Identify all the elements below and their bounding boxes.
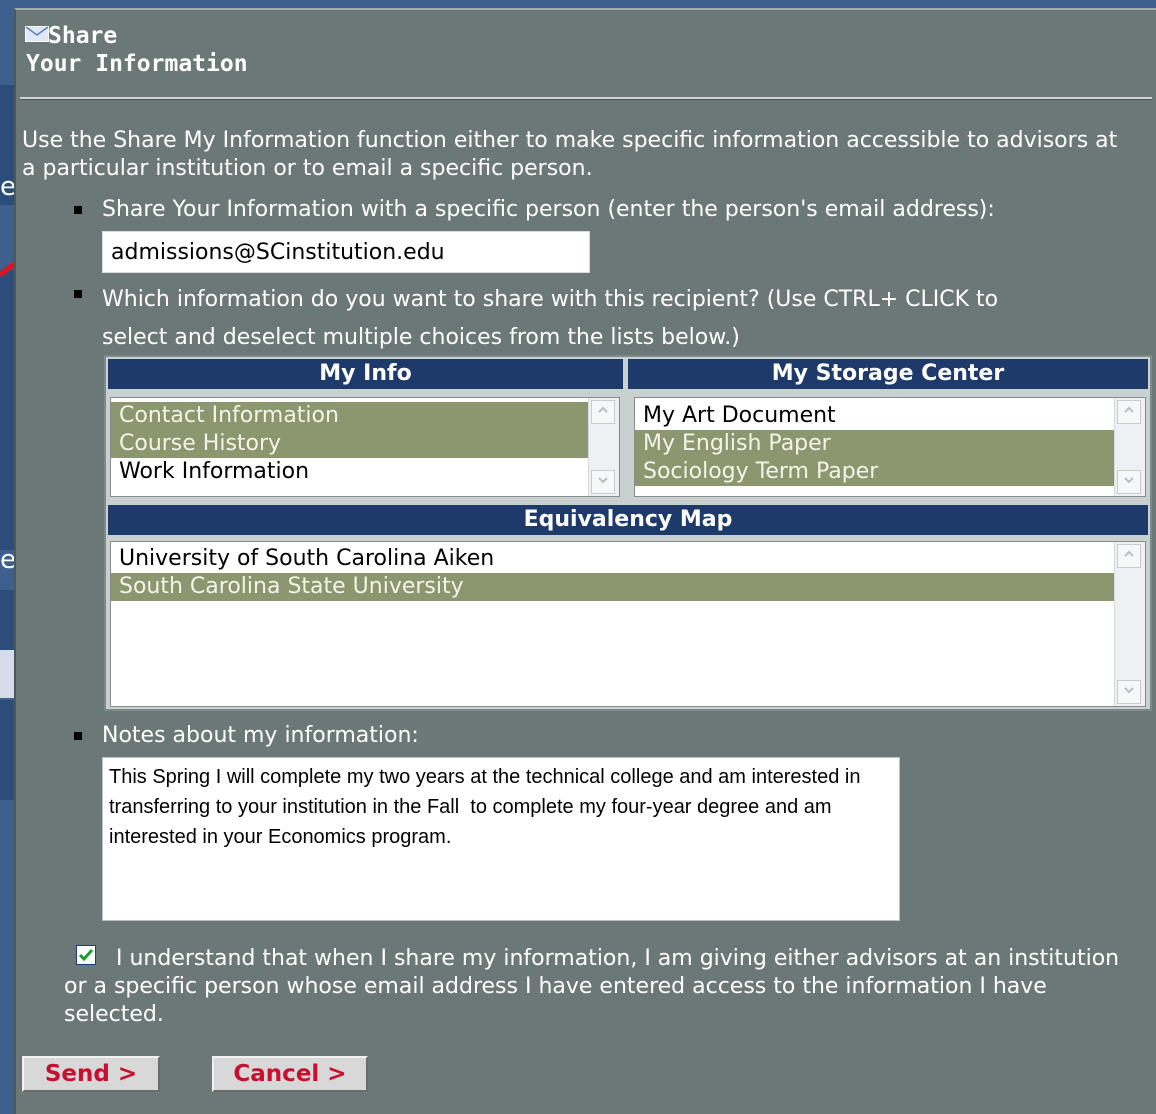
- list-option[interactable]: Sociology Term Paper: [635, 458, 1123, 486]
- which-info-line: Which information do you want to share w…: [102, 287, 999, 312]
- equivalency-map-header: Equivalency Map: [108, 505, 1148, 535]
- my-storage-center-header: My Storage Center: [628, 359, 1148, 389]
- scroll-up-icon[interactable]: [591, 400, 615, 424]
- which-info-label: Which information do you want to share w…: [102, 281, 998, 357]
- list-option[interactable]: Contact Information: [111, 402, 597, 430]
- bullet: [74, 290, 82, 298]
- email-input[interactable]: [102, 231, 590, 273]
- equivalency-map-listbox[interactable]: University of South Carolina Aiken South…: [110, 541, 1146, 707]
- my-info-header: My Info: [108, 359, 623, 389]
- scroll-up-icon[interactable]: [1117, 544, 1141, 568]
- dialog-title: Share Your Information: [26, 23, 248, 77]
- which-info-line: select and deselect multiple choices fro…: [102, 325, 740, 350]
- scrollbar[interactable]: [1114, 542, 1145, 706]
- scroll-down-icon[interactable]: [591, 470, 615, 494]
- cancel-button[interactable]: Cancel >: [212, 1056, 368, 1092]
- title-divider: [20, 97, 1152, 100]
- share-lists-table: My Info My Storage Center Contact Inform…: [104, 355, 1152, 711]
- scroll-up-icon[interactable]: [1117, 400, 1141, 424]
- list-option[interactable]: Course History: [111, 430, 597, 458]
- intro-text: Use the Share My Information function ei…: [22, 128, 1118, 181]
- bullet: [74, 206, 82, 214]
- scroll-down-icon[interactable]: [1117, 680, 1141, 704]
- list-option[interactable]: My Art Document: [635, 402, 1123, 430]
- send-button[interactable]: Send >: [22, 1056, 160, 1092]
- notes-textarea[interactable]: This Spring I will complete my two years…: [102, 757, 900, 921]
- background-text: e: [0, 545, 14, 575]
- list-option[interactable]: South Carolina State University: [111, 573, 1123, 601]
- share-information-dialog: Share Your Information Use the Share My …: [14, 8, 1156, 1114]
- background-text: e: [0, 172, 14, 202]
- list-option[interactable]: My English Paper: [635, 430, 1123, 458]
- my-info-listbox[interactable]: Contact Information Course History Work …: [110, 397, 620, 497]
- agreement-text: I understand that when I share my inform…: [64, 946, 1120, 1027]
- scrollbar[interactable]: [588, 398, 619, 496]
- list-option[interactable]: Work Information: [111, 458, 597, 486]
- scrollbar[interactable]: [1114, 398, 1145, 496]
- scroll-down-icon[interactable]: [1117, 470, 1141, 494]
- list-option[interactable]: University of South Carolina Aiken: [111, 545, 1123, 573]
- bullet: [74, 732, 82, 740]
- share-person-label: Share Your Information with a specific p…: [102, 197, 995, 222]
- notes-label: Notes about my information:: [102, 723, 419, 748]
- my-storage-center-listbox[interactable]: My Art Document My English Paper Sociolo…: [634, 397, 1146, 497]
